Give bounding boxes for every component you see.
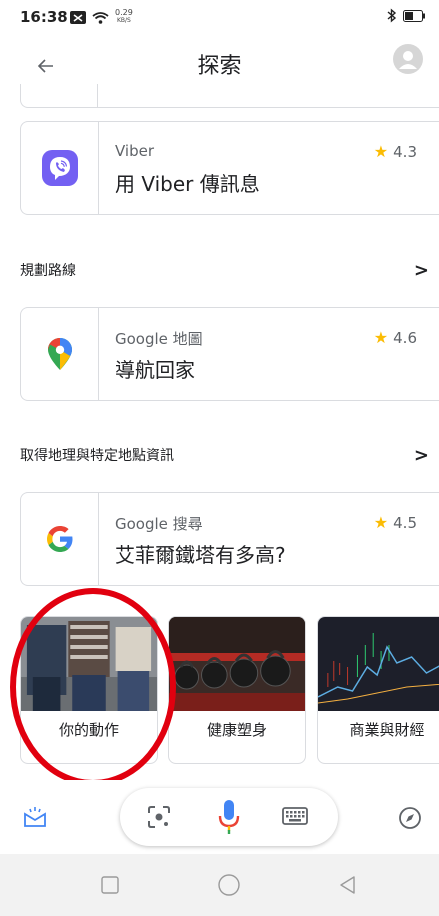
card-app-name: Google 地圖 [115, 330, 203, 348]
home-button[interactable] [217, 873, 241, 897]
snapshot-icon [24, 807, 46, 827]
card-action-text: 用 Viber 傳訊息 [115, 172, 260, 196]
status-icons-right [387, 8, 425, 23]
square-icon [101, 876, 119, 894]
message-notification-icon [70, 10, 86, 24]
action-card-search[interactable]: Google 搜尋 艾菲爾鐵塔有多高? ★ 4.5 [20, 492, 439, 586]
topic-image-people [21, 617, 157, 711]
network-speed-value: 0.29 [115, 8, 133, 17]
network-speed: 0.29 KB/S [115, 9, 133, 25]
topic-label: 商業與財經 [349, 721, 425, 739]
input-pill [120, 788, 338, 846]
section-title: 規劃路線 [20, 263, 76, 279]
snapshot-button[interactable] [22, 804, 48, 830]
card-icon-cell [21, 493, 99, 585]
keyboard-icon [282, 807, 308, 825]
google-maps-icon [47, 338, 72, 370]
status-icons-left: 0.29 KB/S [70, 9, 133, 25]
battery-icon [403, 9, 425, 22]
card-app-name: Google 搜尋 [115, 515, 203, 533]
card-icon-cell [21, 122, 99, 214]
bluetooth-icon [387, 8, 397, 23]
topic-image-kettlebells [169, 617, 305, 711]
star-icon: ★ [373, 328, 389, 347]
card-icon-cell [21, 308, 99, 400]
topic-label: 健康塑身 [206, 721, 267, 739]
triangle-back-icon [340, 876, 355, 894]
status-bar: 16:38 0.29 KB/S [0, 0, 439, 32]
compass-icon [399, 807, 421, 829]
keyboard-button[interactable] [282, 806, 308, 826]
card-rating: ★ 4.6 [374, 328, 417, 347]
wifi-icon [92, 11, 109, 24]
page-title: 探索 [197, 54, 242, 79]
app-header: 探索 [0, 32, 439, 92]
topic-image-stock-chart [318, 617, 439, 711]
star-icon: ★ [373, 142, 389, 161]
rating-value: 4.6 [393, 328, 417, 347]
microphone-icon [218, 800, 240, 834]
viber-icon [41, 150, 78, 186]
section-header-geo[interactable]: 取得地理與特定地點資訊 > [20, 445, 439, 469]
card-partial[interactable] [20, 84, 439, 108]
mic-button[interactable] [216, 798, 242, 836]
action-card-viber[interactable]: Viber 用 Viber 傳訊息 ★ 4.3 [20, 121, 439, 215]
google-g-icon [46, 526, 72, 552]
google-lens-icon [148, 806, 170, 828]
circle-icon [218, 874, 240, 896]
topic-tile-business[interactable]: 商業與財經 [317, 616, 439, 764]
assistant-bottom-bar [0, 780, 439, 854]
lens-button[interactable] [146, 804, 172, 830]
section-title: 取得地理與特定地點資訊 [20, 448, 174, 464]
card-app-name: Viber [115, 142, 155, 160]
status-time: 16:38 [20, 8, 68, 26]
card-rating: ★ 4.3 [374, 142, 417, 161]
explore-screen: 16:38 0.29 KB/S 探索 Viber 用 Viber 傳訊息 ★ 4… [0, 0, 439, 916]
back-nav-button[interactable] [337, 874, 359, 896]
system-nav-bar [0, 854, 439, 916]
card-action-text: 導航回家 [115, 358, 195, 382]
account-avatar[interactable] [393, 44, 423, 74]
card-divider [97, 84, 98, 107]
topic-tile-fitness[interactable]: 健康塑身 [168, 616, 306, 764]
card-rating: ★ 4.5 [374, 513, 417, 532]
rating-value: 4.3 [393, 142, 417, 161]
topic-label: 你的動作 [58, 721, 119, 739]
explore-button[interactable] [398, 806, 422, 830]
chevron-right-icon[interactable]: > [414, 260, 429, 281]
card-action-text: 艾菲爾鐵塔有多高? [115, 543, 286, 567]
chevron-right-icon[interactable]: > [414, 445, 429, 466]
network-speed-unit: KB/S [116, 17, 131, 24]
action-card-maps[interactable]: Google 地圖 導航回家 ★ 4.6 [20, 307, 439, 401]
topic-tile-your-actions[interactable]: 你的動作 [20, 616, 158, 764]
star-icon: ★ [373, 513, 389, 532]
rating-value: 4.5 [393, 513, 417, 532]
section-header-route[interactable]: 規劃路線 > [20, 260, 439, 284]
recents-button[interactable] [99, 874, 121, 896]
person-icon [399, 51, 417, 69]
